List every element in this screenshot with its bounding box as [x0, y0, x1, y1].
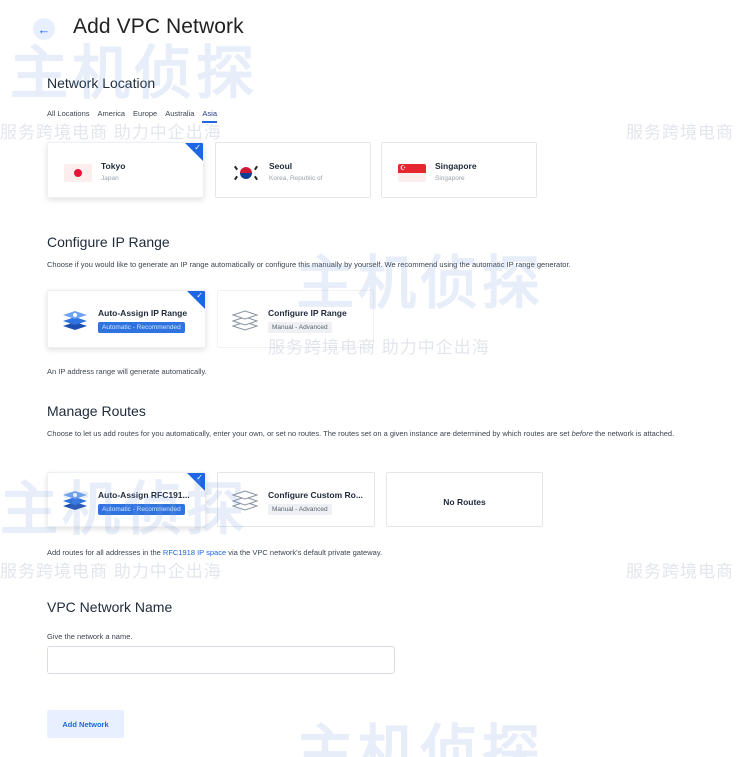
location-name: Tokyo — [101, 161, 126, 171]
location-card-tokyo[interactable]: Tokyo Japan ✓ — [47, 142, 204, 198]
advanced-badge: Manual - Advanced — [268, 504, 332, 515]
network-name-input[interactable] — [47, 646, 395, 674]
option-name: Configure Custom Ro... — [268, 490, 363, 500]
location-name: Singapore — [435, 161, 477, 171]
option-name: Auto-Assign IP Range — [98, 308, 188, 318]
option-auto-assign-routes[interactable]: Auto-Assign RFC191... Automatic - Recomm… — [47, 472, 206, 527]
network-stack-outline-icon — [232, 310, 258, 331]
option-configure-ip[interactable]: Configure IP Range Manual - Advanced — [217, 290, 374, 348]
ip-range-title: Configure IP Range — [47, 234, 170, 250]
recommended-badge: Automatic - Recommended — [98, 322, 185, 333]
option-no-routes[interactable]: No Routes — [386, 472, 543, 527]
option-auto-assign-ip[interactable]: Auto-Assign IP Range Automatic - Recomme… — [47, 290, 206, 348]
page-title: Add VPC Network — [73, 15, 244, 38]
watermark-brand: 主机侦探 — [296, 720, 545, 757]
vpc-name-title: VPC Network Name — [47, 599, 173, 615]
rfc1918-link[interactable]: RFC1918 IP space — [163, 548, 226, 557]
network-stack-icon — [63, 491, 87, 510]
flag-singapore-icon — [398, 164, 426, 182]
tab-australia[interactable]: Australia — [165, 109, 194, 123]
tab-europe[interactable]: Europe — [133, 109, 157, 123]
option-name: Configure IP Range — [268, 308, 347, 318]
ip-range-note: An IP address range will generate automa… — [47, 367, 207, 376]
checkmark-icon: ✓ — [196, 473, 203, 482]
add-network-button[interactable]: Add Network — [47, 710, 124, 738]
location-country: Korea, Republic of — [269, 175, 323, 182]
option-configure-custom-routes[interactable]: Configure Custom Ro... Manual - Advanced — [217, 472, 375, 527]
routes-description: Choose to let us add routes for you auto… — [47, 429, 675, 438]
vpc-name-label: Give the network a name. — [47, 632, 133, 641]
option-name: Auto-Assign RFC191... — [98, 490, 190, 500]
location-card-singapore[interactable]: Singapore Singapore — [381, 142, 537, 198]
option-name: No Routes — [443, 497, 486, 507]
routes-note: Add routes for all addresses in the RFC1… — [47, 548, 383, 557]
checkmark-icon: ✓ — [194, 143, 201, 152]
back-arrow-icon[interactable]: ← — [33, 18, 55, 40]
tab-asia[interactable]: Asia — [202, 109, 218, 123]
tab-all-locations[interactable]: All Locations — [47, 109, 90, 123]
flag-japan-icon — [64, 164, 92, 182]
watermark-slogan-right: 服务跨境电商 — [626, 123, 734, 142]
manage-routes-title: Manage Routes — [47, 403, 146, 419]
add-vpc-network-page: ← Add VPC Network Network Location All L… — [0, 0, 752, 757]
location-tabs: All Locations America Europe Australia A… — [47, 109, 225, 123]
advanced-badge: Manual - Advanced — [268, 322, 332, 333]
checkmark-icon: ✓ — [196, 291, 203, 300]
ip-range-description: Choose if you would like to generate an … — [47, 260, 571, 269]
watermark-slogan-right: 服务跨境电商 — [626, 562, 734, 581]
tab-america[interactable]: America — [98, 109, 126, 123]
recommended-badge: Automatic - Recommended — [98, 504, 185, 515]
flag-korea-icon — [232, 164, 260, 182]
location-country: Japan — [101, 175, 119, 182]
network-stack-outline-icon — [232, 490, 258, 511]
location-country: Singapore — [435, 175, 465, 182]
network-stack-icon — [63, 311, 87, 330]
location-card-seoul[interactable]: Seoul Korea, Republic of — [215, 142, 371, 198]
network-location-title: Network Location — [47, 75, 156, 91]
location-name: Seoul — [269, 161, 293, 171]
watermark-slogan: 服务跨境电商 助力中企出海 — [0, 562, 222, 581]
